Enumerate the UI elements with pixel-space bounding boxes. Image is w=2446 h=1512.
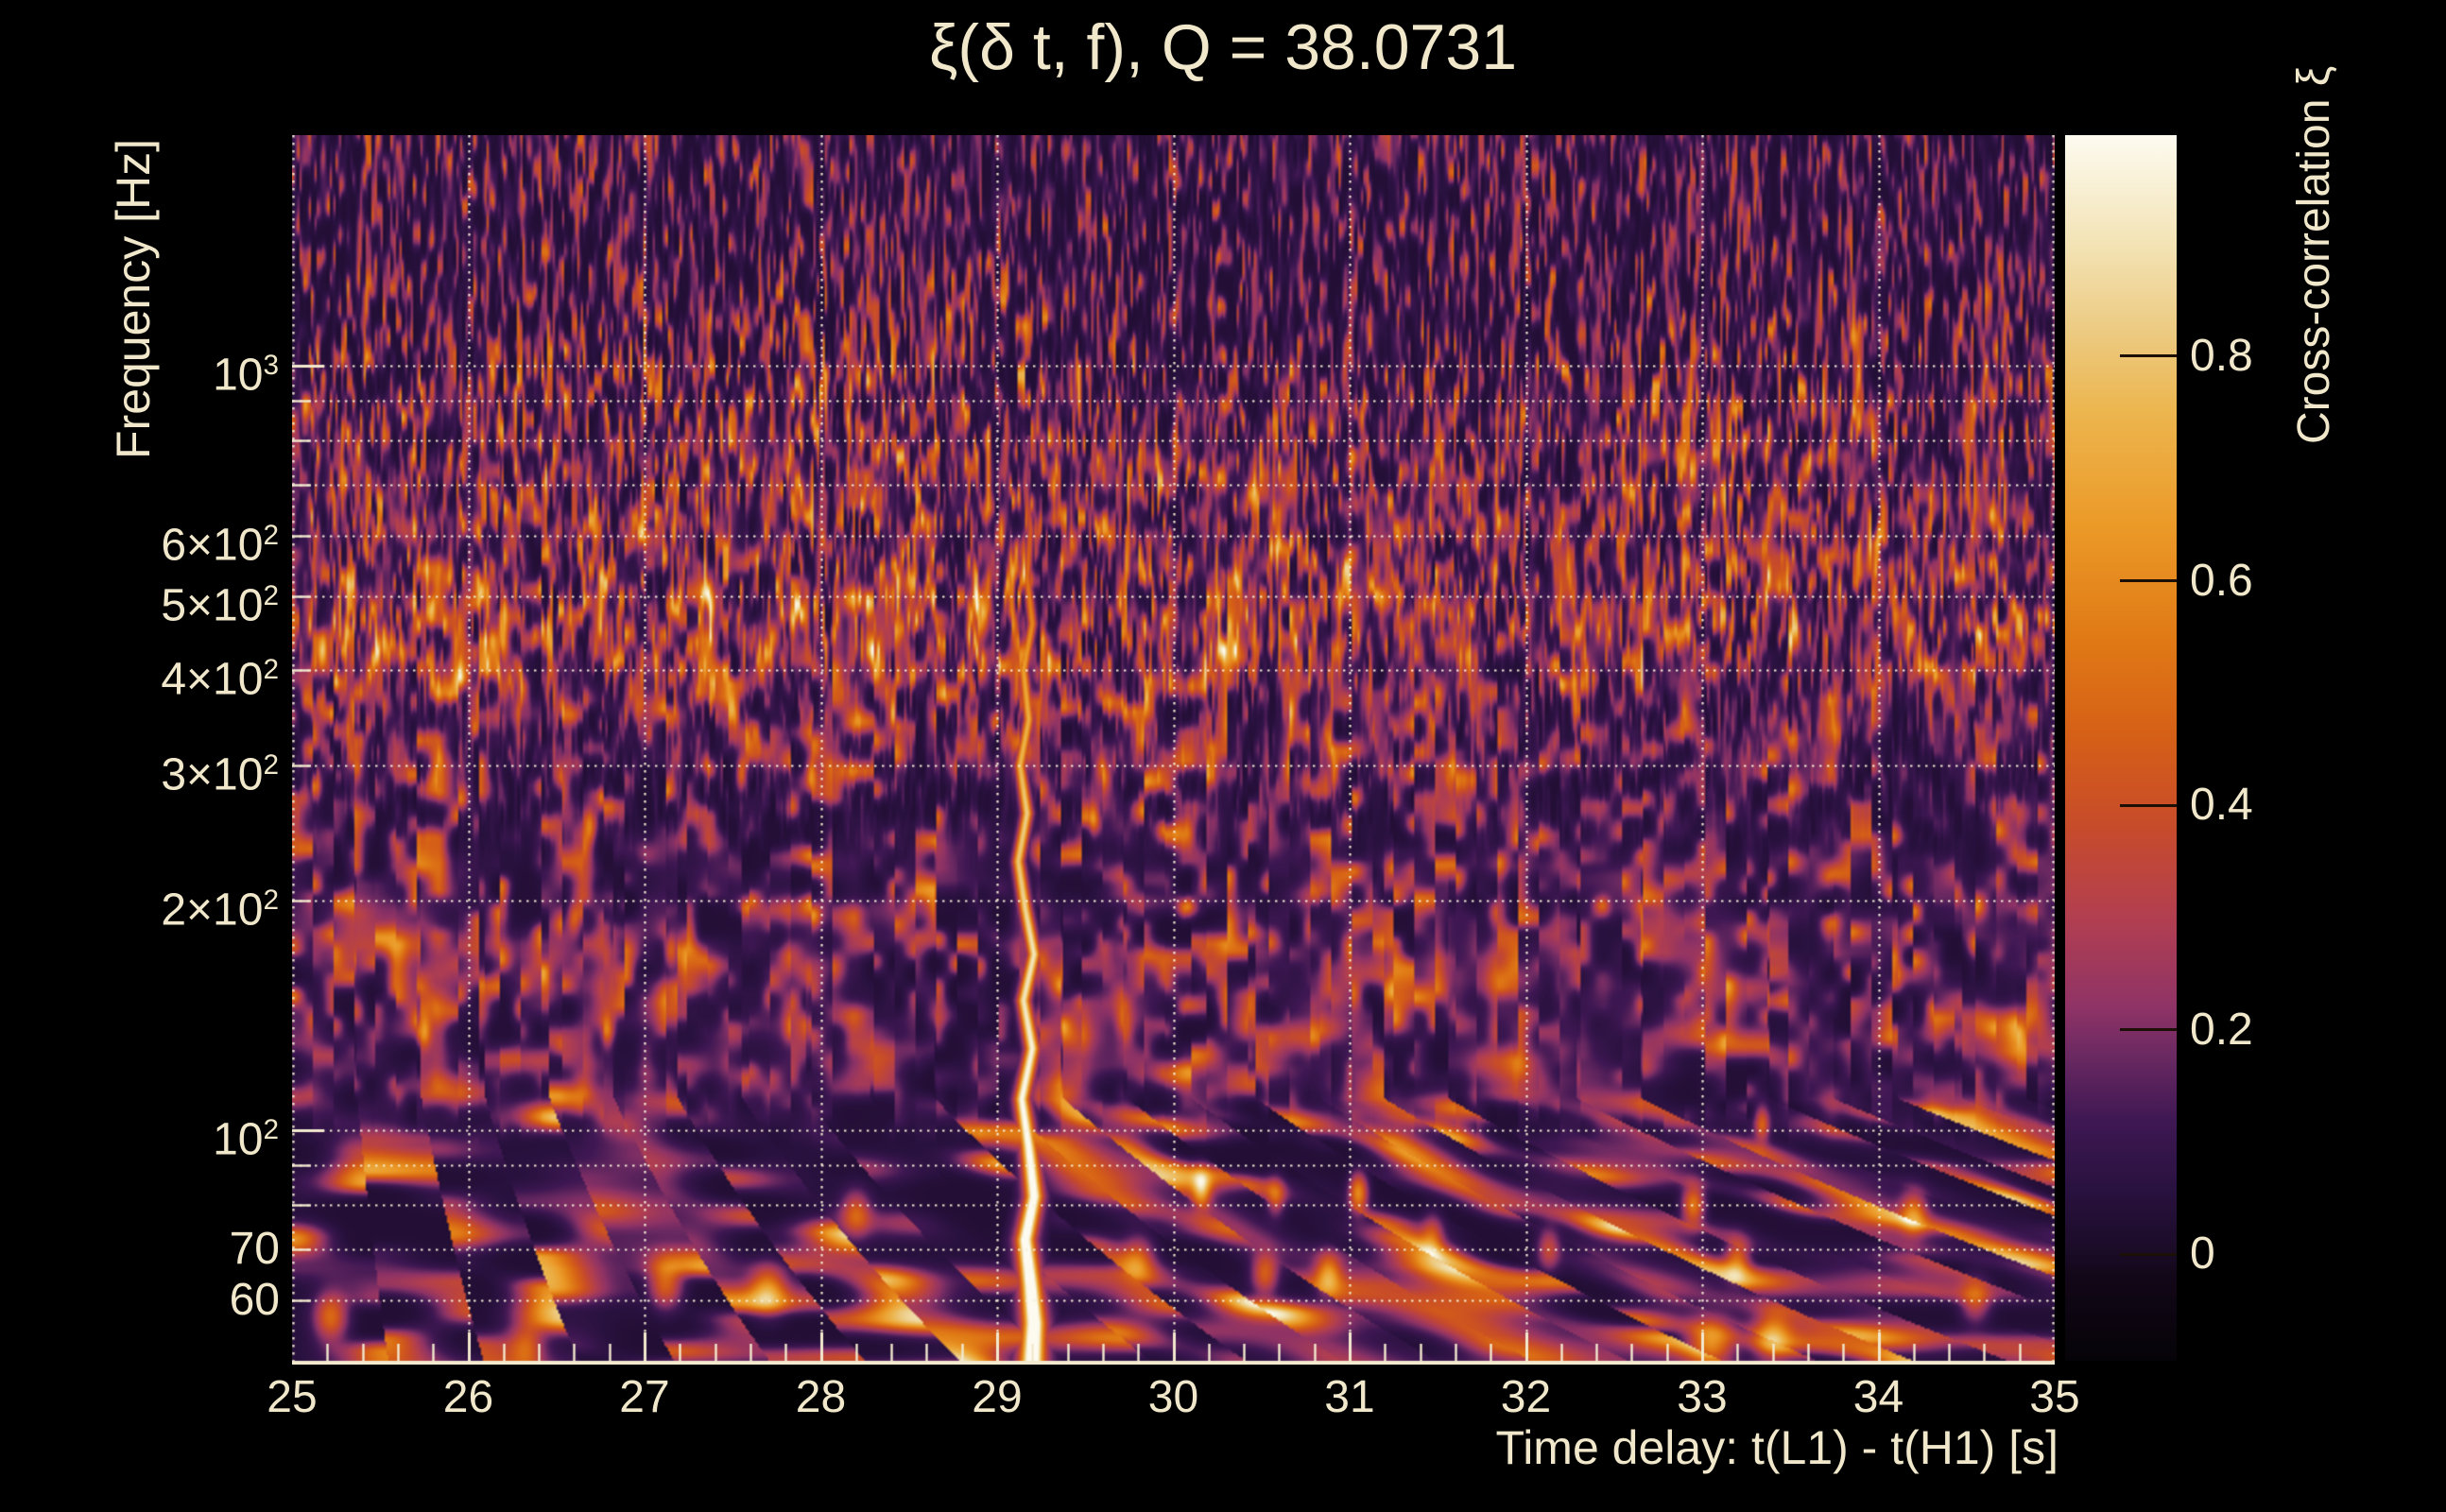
- exponent: 2: [263, 654, 280, 686]
- y-tick-label: 2×102: [161, 884, 280, 936]
- exponent: 2: [263, 1114, 280, 1146]
- y-axis-label: Frequency [Hz]: [107, 138, 160, 459]
- colorbar-tick-label: 0.6: [2190, 555, 2253, 606]
- y-tick-label: 6×102: [161, 519, 280, 571]
- y-tick-label: 70: [229, 1223, 280, 1274]
- colorbar-label: Cross-correlation ξ: [2289, 65, 2339, 444]
- x-tick-label: 33: [1677, 1372, 1728, 1422]
- plot-title: ξ(δ t, f), Q = 38.0731: [928, 11, 1518, 83]
- y-tick-label: 4×102: [161, 654, 280, 705]
- colorbar-tick-mark: [2120, 803, 2177, 807]
- exponent: 2: [263, 519, 280, 551]
- x-tick-label: 34: [1852, 1372, 1904, 1422]
- colorbar-tick-label: 0.8: [2190, 330, 2253, 381]
- x-tick-label: 26: [442, 1372, 494, 1422]
- colorbar-tick-mark: [2120, 579, 2177, 583]
- colorbar-tick-label: 0.2: [2190, 1004, 2253, 1055]
- y-tick-label: 102: [213, 1114, 280, 1165]
- colorbar-tick-mark: [2120, 354, 2177, 358]
- colorbar-tick-label: 0.4: [2190, 780, 2253, 831]
- x-tick-label: 27: [619, 1372, 670, 1422]
- exponent: 2: [263, 749, 280, 782]
- x-tick-label: 35: [2029, 1372, 2080, 1422]
- colorbar-tick-label: 0: [2190, 1228, 2215, 1280]
- x-tick-label: 30: [1147, 1372, 1199, 1422]
- y-tick-label: 3×102: [161, 749, 280, 800]
- y-tick-label: 103: [213, 350, 280, 401]
- colorbar-tick-mark: [2120, 1252, 2177, 1256]
- x-axis-label: Time delay: t(L1) - t(H1) [s]: [1495, 1421, 2058, 1474]
- figure: ξ(δ t, f), Q = 38.0731 Frequency [Hz] 10…: [0, 0, 2446, 1512]
- colorbar: [2065, 135, 2177, 1361]
- spectrogram-canvas: [292, 135, 2055, 1365]
- x-tick-label: 32: [1500, 1372, 1552, 1422]
- y-tick-label: 60: [229, 1274, 280, 1325]
- exponent: 2: [263, 884, 280, 916]
- exponent: 2: [263, 579, 280, 611]
- x-tick-label: 31: [1324, 1372, 1375, 1422]
- y-tick-label: 5×102: [161, 579, 280, 631]
- exponent: 3: [263, 350, 280, 382]
- x-tick-label: 25: [267, 1372, 318, 1422]
- x-tick-label: 29: [972, 1372, 1023, 1422]
- colorbar-tick-mark: [2120, 1028, 2177, 1032]
- x-tick-label: 28: [795, 1372, 847, 1422]
